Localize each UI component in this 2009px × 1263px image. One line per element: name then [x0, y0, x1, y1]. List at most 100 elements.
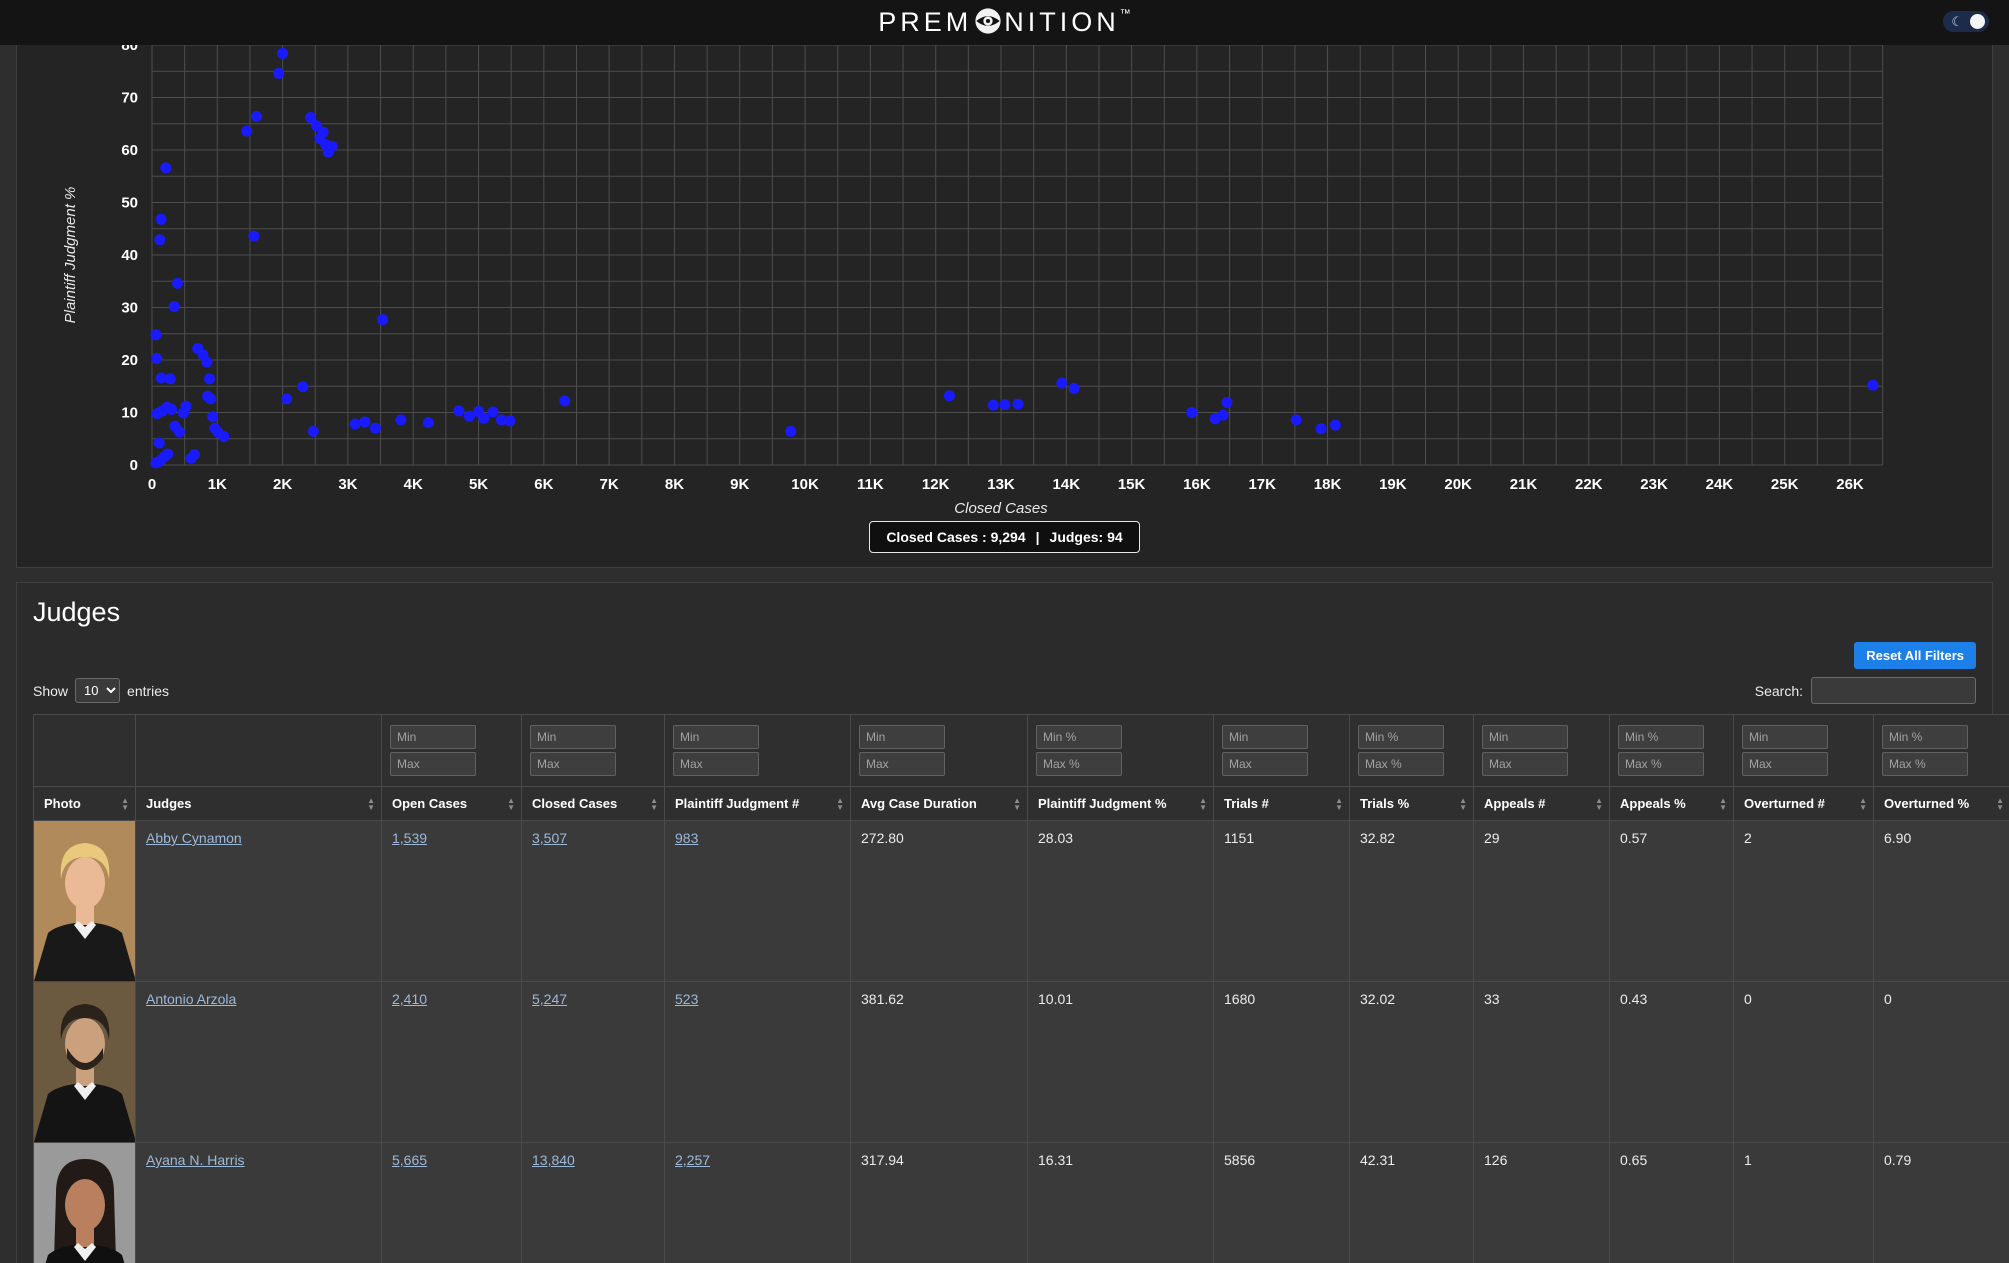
max-filter-input[interactable] [1618, 752, 1704, 776]
scatter-point[interactable] [487, 406, 498, 417]
scatter-point[interactable] [218, 431, 229, 442]
scatter-point[interactable] [166, 404, 177, 415]
min-filter-input[interactable] [530, 725, 616, 749]
max-filter-input[interactable] [1882, 752, 1968, 776]
column-header-overturned[interactable]: Overturned #▲▼ [1734, 787, 1874, 821]
max-filter-input[interactable] [859, 752, 945, 776]
reset-all-filters-button[interactable]: Reset All Filters [1854, 642, 1976, 669]
sort-icon[interactable]: ▲▼ [1335, 797, 1343, 811]
scatter-point[interactable] [423, 417, 434, 428]
scatter-point[interactable] [281, 393, 292, 404]
theme-toggle[interactable]: ☾ [1943, 11, 1989, 32]
column-header-closed-cases[interactable]: Closed Cases▲▼ [522, 787, 665, 821]
scatter-point[interactable] [201, 357, 212, 368]
scatter-point[interactable] [169, 301, 180, 312]
min-filter-input[interactable] [1036, 725, 1122, 749]
scatter-point[interactable] [160, 162, 171, 173]
case-count-link[interactable]: 5,247 [532, 991, 567, 1007]
sort-icon[interactable]: ▲▼ [1013, 797, 1021, 811]
scatter-point[interactable] [1291, 414, 1302, 425]
max-filter-input[interactable] [1222, 752, 1308, 776]
scatter-point[interactable] [204, 373, 215, 384]
min-filter-input[interactable] [1222, 725, 1308, 749]
min-filter-input[interactable] [1482, 725, 1568, 749]
sort-icon[interactable]: ▲▼ [1459, 797, 1467, 811]
sort-icon[interactable]: ▲▼ [1719, 797, 1727, 811]
scatter-point[interactable] [241, 126, 252, 137]
max-filter-input[interactable] [673, 752, 759, 776]
scatter-point[interactable] [273, 68, 284, 79]
max-filter-input[interactable] [1358, 752, 1444, 776]
scatter-point[interactable] [1218, 410, 1229, 421]
case-count-link[interactable]: 3,507 [532, 830, 567, 846]
column-header-appeals[interactable]: Appeals %▲▼ [1610, 787, 1734, 821]
scatter-point[interactable] [154, 437, 165, 448]
scatter-point[interactable] [248, 231, 259, 242]
case-count-link[interactable]: 2,410 [392, 991, 427, 1007]
column-header-avg-case-duration[interactable]: Avg Case Duration▲▼ [851, 787, 1028, 821]
min-filter-input[interactable] [390, 725, 476, 749]
sort-icon[interactable]: ▲▼ [1199, 797, 1207, 811]
scatter-point[interactable] [1867, 380, 1878, 391]
column-header-appeals[interactable]: Appeals #▲▼ [1474, 787, 1610, 821]
scatter-point[interactable] [785, 426, 796, 437]
case-count-link[interactable]: 13,840 [532, 1152, 575, 1168]
case-count-link[interactable]: 5,665 [392, 1152, 427, 1168]
column-header-plaintiff-judgment[interactable]: Plaintiff Judgment %▲▼ [1028, 787, 1214, 821]
sort-icon[interactable]: ▲▼ [650, 797, 658, 811]
scatter-point[interactable] [174, 426, 185, 437]
scatter-point[interactable] [350, 419, 361, 430]
min-filter-input[interactable] [1358, 725, 1444, 749]
scatter-point[interactable] [150, 329, 161, 340]
case-count-link[interactable]: 1,539 [392, 830, 427, 846]
scatter-point[interactable] [156, 214, 167, 225]
max-filter-input[interactable] [390, 752, 476, 776]
scatter-point[interactable] [277, 48, 288, 59]
sort-icon[interactable]: ▲▼ [1859, 797, 1867, 811]
scatter-point[interactable] [559, 395, 570, 406]
scatter-point[interactable] [151, 353, 162, 364]
max-filter-input[interactable] [1036, 752, 1122, 776]
entries-select[interactable]: 10 [75, 678, 120, 703]
scatter-point[interactable] [327, 141, 338, 152]
judge-name-link[interactable]: Ayana N. Harris [146, 1152, 245, 1168]
scatter-point[interactable] [504, 415, 515, 426]
column-header-trials[interactable]: Trials %▲▼ [1350, 787, 1474, 821]
scatter-point[interactable] [180, 401, 191, 412]
column-header-overturned[interactable]: Overturned %▲▼ [1874, 787, 2009, 821]
scatter-point[interactable] [1221, 397, 1232, 408]
scatter-plot[interactable]: 01K2K3K4K5K6K7K8K9K10K11K12K13K14K15K16K… [17, 45, 1992, 519]
scatter-point[interactable] [162, 448, 173, 459]
max-filter-input[interactable] [1742, 752, 1828, 776]
scatter-point[interactable] [1056, 378, 1067, 389]
scatter-point[interactable] [377, 314, 388, 325]
scatter-point[interactable] [205, 393, 216, 404]
case-count-link[interactable]: 983 [675, 830, 698, 846]
judge-name-link[interactable]: Antonio Arzola [146, 991, 236, 1007]
column-header-judges[interactable]: Judges▲▼ [136, 787, 382, 821]
scatter-point[interactable] [318, 127, 329, 138]
case-count-link[interactable]: 523 [675, 991, 698, 1007]
scatter-point[interactable] [359, 416, 370, 427]
sort-icon[interactable]: ▲▼ [1595, 797, 1603, 811]
scatter-point[interactable] [1012, 399, 1023, 410]
scatter-point[interactable] [1316, 423, 1327, 434]
case-count-link[interactable]: 2,257 [675, 1152, 710, 1168]
column-header-open-cases[interactable]: Open Cases▲▼ [382, 787, 522, 821]
min-filter-input[interactable] [1742, 725, 1828, 749]
column-header-plaintiff-judgment[interactable]: Plaintiff Judgment #▲▼ [665, 787, 851, 821]
max-filter-input[interactable] [530, 752, 616, 776]
scatter-point[interactable] [944, 390, 955, 401]
sort-icon[interactable]: ▲▼ [836, 797, 844, 811]
scatter-point[interactable] [165, 373, 176, 384]
scatter-point[interactable] [1069, 383, 1080, 394]
min-filter-input[interactable] [859, 725, 945, 749]
scatter-point[interactable] [999, 399, 1010, 410]
min-filter-input[interactable] [673, 725, 759, 749]
min-filter-input[interactable] [1882, 725, 1968, 749]
scatter-point[interactable] [251, 111, 262, 122]
scatter-point[interactable] [395, 414, 406, 425]
sort-icon[interactable]: ▲▼ [121, 797, 129, 811]
sort-icon[interactable]: ▲▼ [367, 797, 375, 811]
scatter-point[interactable] [172, 278, 183, 289]
